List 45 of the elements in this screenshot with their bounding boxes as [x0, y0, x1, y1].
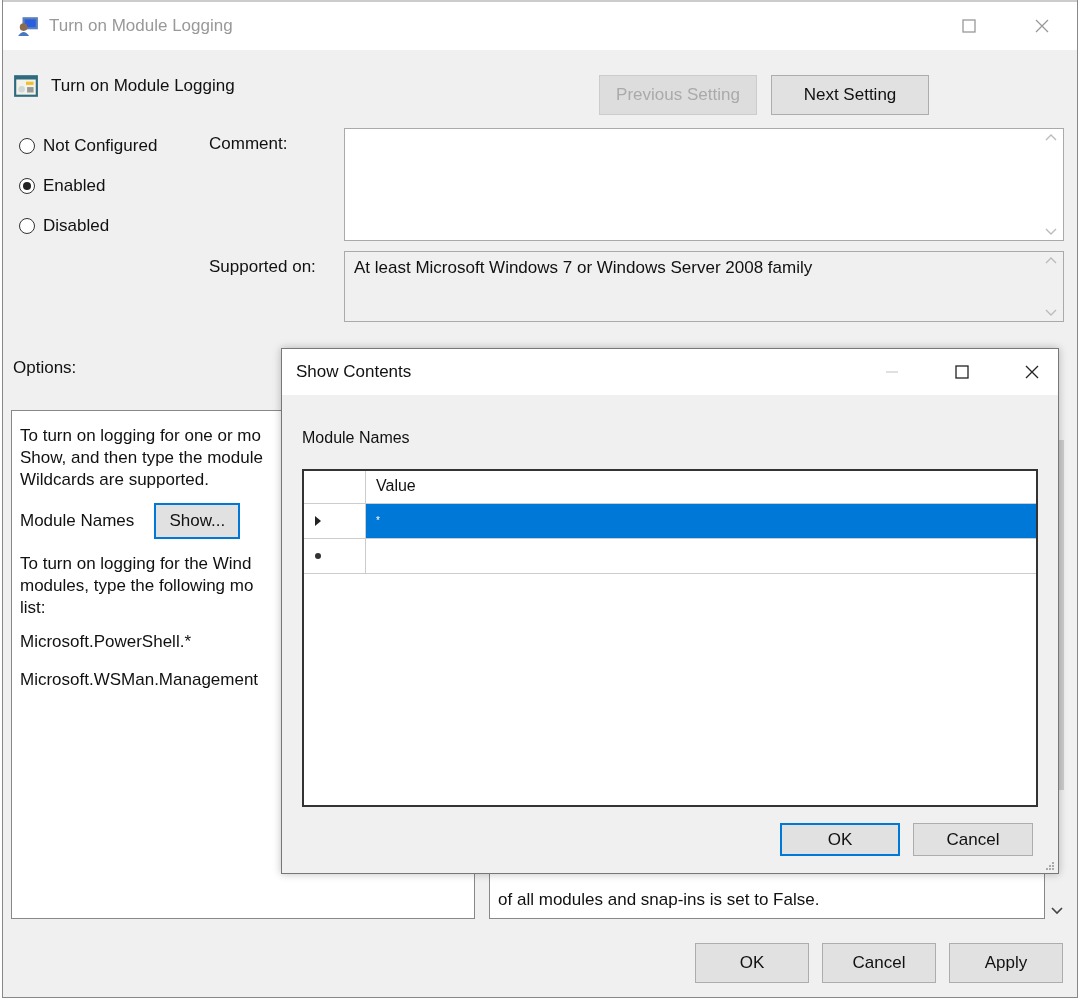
dialog-button[interactable]: OK [695, 943, 809, 983]
current-row-icon [314, 516, 322, 526]
new-row-icon [314, 551, 322, 561]
list-label: Module Names [302, 428, 411, 447]
text-line: Wildcards are supported. [20, 469, 209, 491]
maximize-icon[interactable] [954, 364, 970, 380]
help-text: of all modules and snap-ins is set to False. [498, 890, 821, 910]
setting-button[interactable]: Next Setting [771, 75, 929, 115]
dialog-title: Show Contents [296, 362, 412, 382]
radio-button[interactable] [19, 178, 35, 194]
scroll-up-icon[interactable] [1045, 256, 1057, 264]
module-names-label: Module Names [20, 511, 135, 531]
radio-button[interactable] [19, 218, 35, 234]
scroll-down-icon[interactable] [1051, 907, 1064, 915]
close-icon[interactable] [1024, 364, 1040, 380]
supported-text: At least Microsoft Windows 7 or Windows Server 2008 family [354, 258, 813, 277]
dialog-button[interactable]: OK [780, 823, 900, 856]
dialog-button[interactable]: Apply [949, 943, 1063, 983]
text-line: Show, and then type the module [20, 447, 263, 469]
options-label: Options: [13, 358, 77, 378]
module-name-text: Microsoft.PowerShell.* [20, 631, 191, 653]
comment-label: Comment: [209, 133, 289, 155]
scroll-up-icon[interactable] [1045, 133, 1057, 141]
radio-label[interactable]: Disabled [43, 216, 110, 236]
computer-user-icon [17, 15, 39, 37]
cell-text: * [376, 515, 380, 526]
text-line: To turn on logging for the Wind [20, 553, 252, 575]
text-line: list: [20, 597, 46, 619]
radio-button[interactable] [19, 138, 35, 154]
setting-title: Turn on Module Logging [51, 76, 235, 96]
dialog-button[interactable]: Cancel [913, 823, 1033, 856]
resize-grip-icon[interactable] [1045, 861, 1055, 871]
window-title: Turn on Module Logging [49, 16, 233, 36]
text-line: modules, type the following mo [20, 575, 254, 597]
comment-field[interactable] [344, 128, 1064, 241]
radio-label[interactable]: Enabled [43, 176, 106, 196]
text-line: To turn on logging for one or mo [20, 425, 261, 447]
module-name-text: Microsoft.WSMan.Management [20, 669, 259, 691]
dialog-button[interactable]: Cancel [822, 943, 936, 983]
grid-row[interactable] [304, 539, 1036, 574]
show-button[interactable]: Show... [154, 503, 241, 539]
policy-setting-icon [13, 73, 39, 99]
column-header[interactable]: Value [366, 471, 1036, 503]
supported-label: Supported on: [209, 256, 317, 278]
radio-label[interactable]: Not Configured [43, 136, 158, 156]
